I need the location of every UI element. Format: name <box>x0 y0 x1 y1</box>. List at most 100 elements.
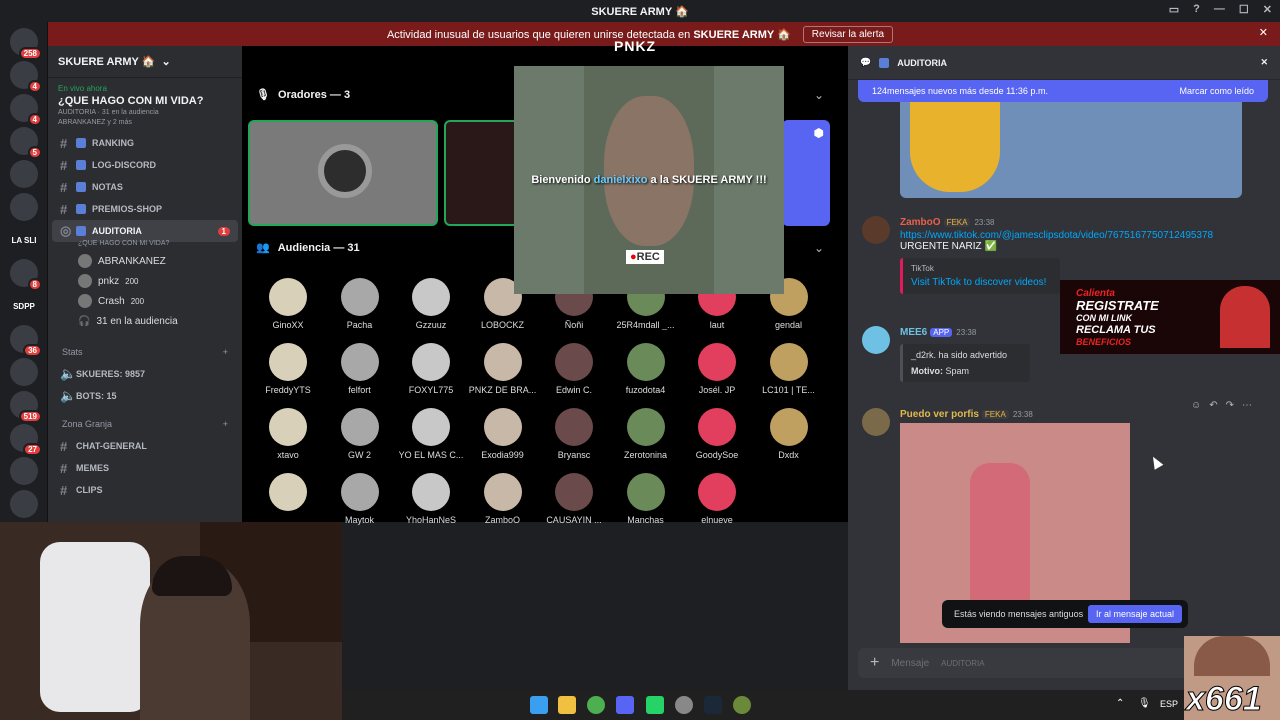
audience-member[interactable]: Exodia999 <box>467 408 539 460</box>
audience-member[interactable]: fuzodota4 <box>610 343 682 395</box>
channel-item[interactable]: # NOTAS <box>48 176 242 198</box>
server-icon[interactable]: 5 <box>10 127 42 159</box>
channel-clips[interactable]: # CLIPS <box>48 479 242 501</box>
plus-icon[interactable]: + <box>223 419 228 429</box>
author-name[interactable]: MEE6 <box>900 327 927 338</box>
audience-member[interactable]: LC101 | TE... <box>753 343 825 395</box>
stream-overlay-video: Bienvenido danielxixo a la SKUERE ARMY !… <box>514 66 784 294</box>
whatsapp-icon[interactable] <box>646 696 664 714</box>
server-icon[interactable]: SDPP <box>10 292 38 320</box>
server-icon[interactable]: 519 <box>10 391 42 423</box>
server-icon[interactable] <box>10 193 38 221</box>
chevron-down-icon[interactable]: ⌄ <box>814 88 824 102</box>
voice-user[interactable]: ABRANKANEZ <box>48 251 242 271</box>
audience-member[interactable]: elnueve <box>681 473 753 525</box>
channel-item[interactable]: # RANKING <box>48 132 242 154</box>
server-icon[interactable]: 36 <box>10 325 42 357</box>
jump-present-button[interactable]: Ir al mensaje actual <box>1087 605 1182 623</box>
audience-member[interactable] <box>252 473 324 515</box>
audience-member[interactable]: Edwin C. <box>538 343 610 395</box>
stat-bots: 🔈 BOTS: 15 <box>60 388 117 403</box>
server-icon[interactable]: 258 <box>10 28 42 60</box>
plus-icon[interactable]: + <box>870 654 879 672</box>
audience-member[interactable]: felfort <box>324 343 396 395</box>
mark-read-button[interactable]: Marcar como leído <box>1179 86 1254 96</box>
chevron-down-icon[interactable]: ⌄ <box>814 241 824 255</box>
audience-member[interactable]: Josél. JP <box>681 343 753 395</box>
tiktok-link[interactable]: https://www.tiktok.com/@jamesclipsdota/v… <box>900 230 1262 241</box>
category-stats[interactable]: Stats + <box>48 341 242 363</box>
help-icon[interactable]: ? <box>1193 3 1200 16</box>
microphone-icon[interactable]: 🎙 <box>1138 698 1151 709</box>
ad-line2: RECLAMA TUS <box>1076 324 1156 336</box>
audience-member[interactable]: YhoHanNeS <box>395 473 467 525</box>
start-icon[interactable] <box>530 696 548 714</box>
voice-user[interactable]: pnkz 200 <box>48 271 242 291</box>
audience-member[interactable]: Bryansc <box>538 408 610 460</box>
avatar[interactable] <box>862 216 890 244</box>
image-attachment[interactable] <box>900 102 1242 198</box>
audience-member[interactable]: CAUSAYIN ... <box>538 473 610 525</box>
channel-item[interactable]: # LOG-DISCORD <box>48 154 242 176</box>
avatar[interactable] <box>862 326 890 354</box>
plus-icon[interactable]: + <box>223 347 228 357</box>
channel-chat-general[interactable]: # CHAT-GENERAL <box>48 435 242 457</box>
tray-chevron-icon[interactable]: ⌃ <box>1116 698 1124 709</box>
xbox-icon[interactable] <box>733 696 751 714</box>
audience-member[interactable]: Manchas <box>610 473 682 525</box>
audience-member[interactable]: FOXYL775 <box>395 343 467 395</box>
audience-name: Edwin C. <box>555 385 592 395</box>
maximize-button[interactable]: ☐ <box>1239 3 1249 16</box>
close-icon[interactable]: ✕ <box>1259 26 1268 39</box>
language-indicator[interactable]: ESP <box>1160 699 1178 709</box>
audience-member[interactable]: GinoXX <box>252 278 324 330</box>
server-icon[interactable]: LA SLI <box>10 226 38 254</box>
review-alert-button[interactable]: Revisar la alerta <box>802 25 894 43</box>
server-icon[interactable]: 27 <box>10 424 42 456</box>
server-header[interactable]: SKUERE ARMY 🏠 ⌄ <box>48 46 242 78</box>
close-icon[interactable]: ✕ <box>1260 57 1268 68</box>
audience-member[interactable]: GW 2 <box>324 408 396 460</box>
audience-member[interactable]: Gzzuuz <box>395 278 467 330</box>
server-icon[interactable] <box>10 490 38 518</box>
audience-member[interactable]: xtavo <box>252 408 324 460</box>
live-now-panel[interactable]: En vivo ahora ¿QUE HAGO CON MI VIDA? AUD… <box>48 78 242 132</box>
speakers-header: 🎙 Oradores — 3 <box>256 88 351 102</box>
channel-memes[interactable]: # MEMES <box>48 457 242 479</box>
server-icon[interactable] <box>10 358 38 386</box>
voice-audience[interactable]: 🎧 31 en la audiencia <box>48 311 242 331</box>
channel-auditoria[interactable]: ◎ AUDITORIA 1 <box>52 220 238 242</box>
server-icon[interactable] <box>10 457 38 485</box>
audience-member[interactable]: Pacha <box>324 278 396 330</box>
server-icon[interactable]: 4 <box>10 94 42 126</box>
server-icon[interactable] <box>10 160 38 188</box>
folder-icon[interactable] <box>558 696 576 714</box>
audience-member[interactable]: FreddyYTS <box>252 343 324 395</box>
audience-member[interactable]: Zerotonina <box>610 408 682 460</box>
chrome-icon[interactable] <box>587 696 605 714</box>
category-zona-granja[interactable]: Zona Granja + <box>48 413 242 435</box>
audience-member[interactable]: GoodySoe <box>681 408 753 460</box>
voice-user[interactable]: Crash 200 <box>48 291 242 311</box>
minimize-button[interactable]: — <box>1214 3 1225 16</box>
audience-member[interactable]: PNKZ DE BRA... <box>467 343 539 395</box>
speaker-tile[interactable] <box>248 120 438 226</box>
steam-icon[interactable] <box>704 696 722 714</box>
server-icon[interactable]: 4 <box>10 61 42 93</box>
server-icon[interactable]: 8 <box>10 259 42 291</box>
audience-member[interactable]: Dxdx <box>753 408 825 460</box>
audience-member[interactable]: ZamboO <box>467 473 539 525</box>
speaker-tile[interactable]: ⬢ <box>782 120 830 226</box>
avatar[interactable] <box>862 408 890 436</box>
inbox-icon[interactable]: ▭ <box>1169 3 1179 16</box>
channel-item[interactable]: # PREMIOS-SHOP <box>48 198 242 220</box>
embed-title[interactable]: Visit TikTok to discover videos! <box>911 277 1052 288</box>
audience-member[interactable]: YO EL MAS C... <box>395 408 467 460</box>
author-name[interactable]: ZamboO <box>900 217 941 228</box>
discord-icon[interactable] <box>616 696 634 714</box>
author-name[interactable]: Puedo ver porfis <box>900 409 979 420</box>
new-messages-bar[interactable]: 124mensajes nuevos más desde 11:36 p.m. … <box>858 80 1268 102</box>
close-window-button[interactable]: ✕ <box>1263 3 1272 16</box>
audience-member[interactable]: Maytok <box>324 473 396 525</box>
obs-icon[interactable] <box>675 696 693 714</box>
